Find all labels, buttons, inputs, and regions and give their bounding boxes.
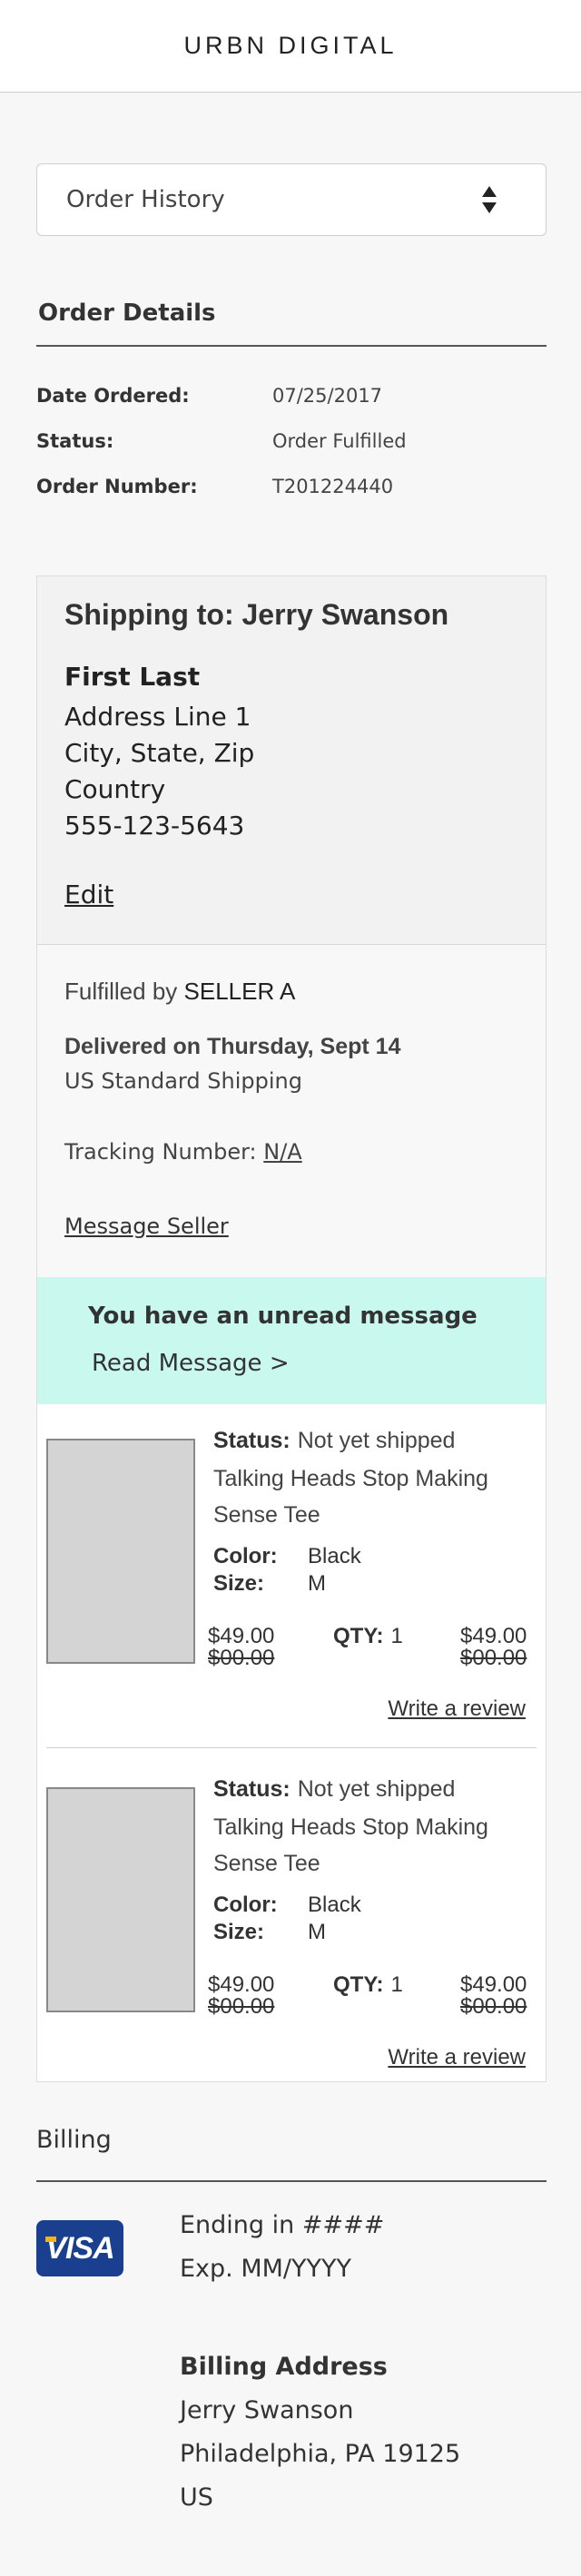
edit-address-link[interactable]: Edit (64, 880, 113, 909)
size-value: M (308, 1920, 326, 1944)
item-quantity: QTY: 1 (333, 1624, 403, 1649)
product-image[interactable] (46, 1787, 195, 2012)
color-label: Color: (213, 1893, 278, 1917)
unread-message-title: You have an unread message (88, 1303, 478, 1330)
shipping-name: First Last (64, 662, 201, 692)
item-status: Status: Not yet shipped (213, 1776, 455, 1803)
address-line: Address Line 1 (64, 702, 251, 732)
billing-address-line: Jerry Swanson (180, 2396, 354, 2424)
original-unit-price: $00.00 (208, 1646, 275, 1670)
billing-divider (36, 2180, 547, 2182)
seller-name: SELLER A (183, 978, 296, 1005)
account-section-select[interactable]: Order History (36, 163, 547, 236)
sort-arrows-icon (482, 186, 497, 213)
status-value: Not yet shipped (297, 1776, 456, 1802)
status-label: Status: (213, 1776, 290, 1802)
address-line: City, State, Zip (64, 738, 255, 768)
detail-row-date: Date Ordered: 07/25/2017 (36, 385, 545, 412)
shipping-title: Shipping to: Jerry Swanson (64, 598, 449, 631)
product-name[interactable]: Talking Heads Stop Making Sense Tee (213, 1809, 531, 1882)
phone-number: 555-123-5643 (64, 811, 245, 841)
address-line: Country (64, 774, 166, 804)
billing-address-title: Billing Address (180, 2353, 388, 2381)
billing-address-line: US (180, 2483, 213, 2512)
detail-value: T201224440 (272, 476, 394, 497)
delivery-date: Delivered on Thursday, Sept 14 (64, 1034, 401, 1059)
product-image[interactable] (46, 1439, 195, 1664)
write-review-link[interactable]: Write a review (388, 1696, 526, 1722)
visa-card-icon: VISA (36, 2220, 123, 2276)
status-label: Status: (213, 1428, 290, 1453)
tracking-label: Tracking Number: (64, 1139, 257, 1165)
write-review-link[interactable]: Write a review (388, 2045, 526, 2070)
qty-label: QTY: (333, 1624, 384, 1648)
order-item: Status: Not yet shipped Talking Heads Sto… (37, 1404, 546, 1749)
product-name[interactable]: Talking Heads Stop Making Sense Tee (213, 1460, 531, 1533)
size-label: Size: (213, 1920, 265, 1944)
billing-title: Billing (36, 2126, 112, 2154)
detail-label: Status: (36, 430, 114, 452)
shipment-card: Shipping to: Jerry Swanson First Last Ad… (36, 575, 547, 2082)
item-status: Status: Not yet shipped (213, 1428, 455, 1454)
shipping-address-block: Shipping to: Jerry Swanson First Last Ad… (37, 576, 546, 945)
fulfilled-by: Fulfilled by SELLER A (64, 978, 295, 1006)
order-item: Status: Not yet shipped Talking Heads Sto… (37, 1753, 546, 2098)
item-quantity: QTY: 1 (333, 1972, 403, 1998)
size-label: Size: (213, 1571, 265, 1596)
card-expiry: Exp. MM/YYYY (180, 2255, 351, 2283)
billing-address-line: Philadelphia, PA 19125 (180, 2440, 461, 2468)
detail-row-status: Status: Order Fulfilled (36, 430, 545, 457)
message-seller-link[interactable]: Message Seller (64, 1214, 229, 1239)
visa-flash (45, 2237, 56, 2242)
color-label: Color: (213, 1544, 278, 1568)
color-value: Black (308, 1544, 361, 1568)
select-value: Order History (66, 186, 225, 213)
detail-row-order-number: Order Number: T201224440 (36, 476, 545, 503)
detail-label: Order Number: (36, 476, 198, 497)
original-unit-price: $00.00 (208, 1994, 275, 2019)
brand-logo[interactable]: URBN DIGITAL (183, 32, 397, 60)
fulfillment-block: Fulfilled by SELLER A Delivered on Thurs… (37, 945, 546, 1277)
size-value: M (308, 1571, 326, 1596)
site-header: URBN DIGITAL (0, 0, 581, 93)
read-message-link[interactable]: Read Message > (92, 1350, 290, 1377)
shipping-method: US Standard Shipping (64, 1068, 302, 1094)
original-line-total: $00.00 (460, 1646, 527, 1670)
item-divider (46, 1747, 537, 1748)
qty-value: 1 (390, 1624, 403, 1648)
detail-value: 07/25/2017 (272, 385, 383, 407)
original-line-total: $00.00 (460, 1994, 527, 2019)
unread-message-banner[interactable]: You have an unread message Read Message … (37, 1277, 546, 1404)
tracking-number: Tracking Number: N/A (64, 1139, 302, 1165)
qty-value: 1 (390, 1972, 403, 1997)
color-value: Black (308, 1893, 361, 1917)
detail-label: Date Ordered: (36, 385, 190, 407)
order-details-title: Order Details (38, 300, 216, 327)
detail-value: Order Fulfilled (272, 430, 407, 452)
card-ending: Ending in #### (180, 2211, 385, 2239)
qty-label: QTY: (333, 1972, 384, 1997)
tracking-link[interactable]: N/A (263, 1139, 301, 1165)
fulfilled-by-label: Fulfilled by (64, 978, 178, 1005)
status-value: Not yet shipped (297, 1428, 456, 1453)
order-details-divider (36, 345, 547, 347)
